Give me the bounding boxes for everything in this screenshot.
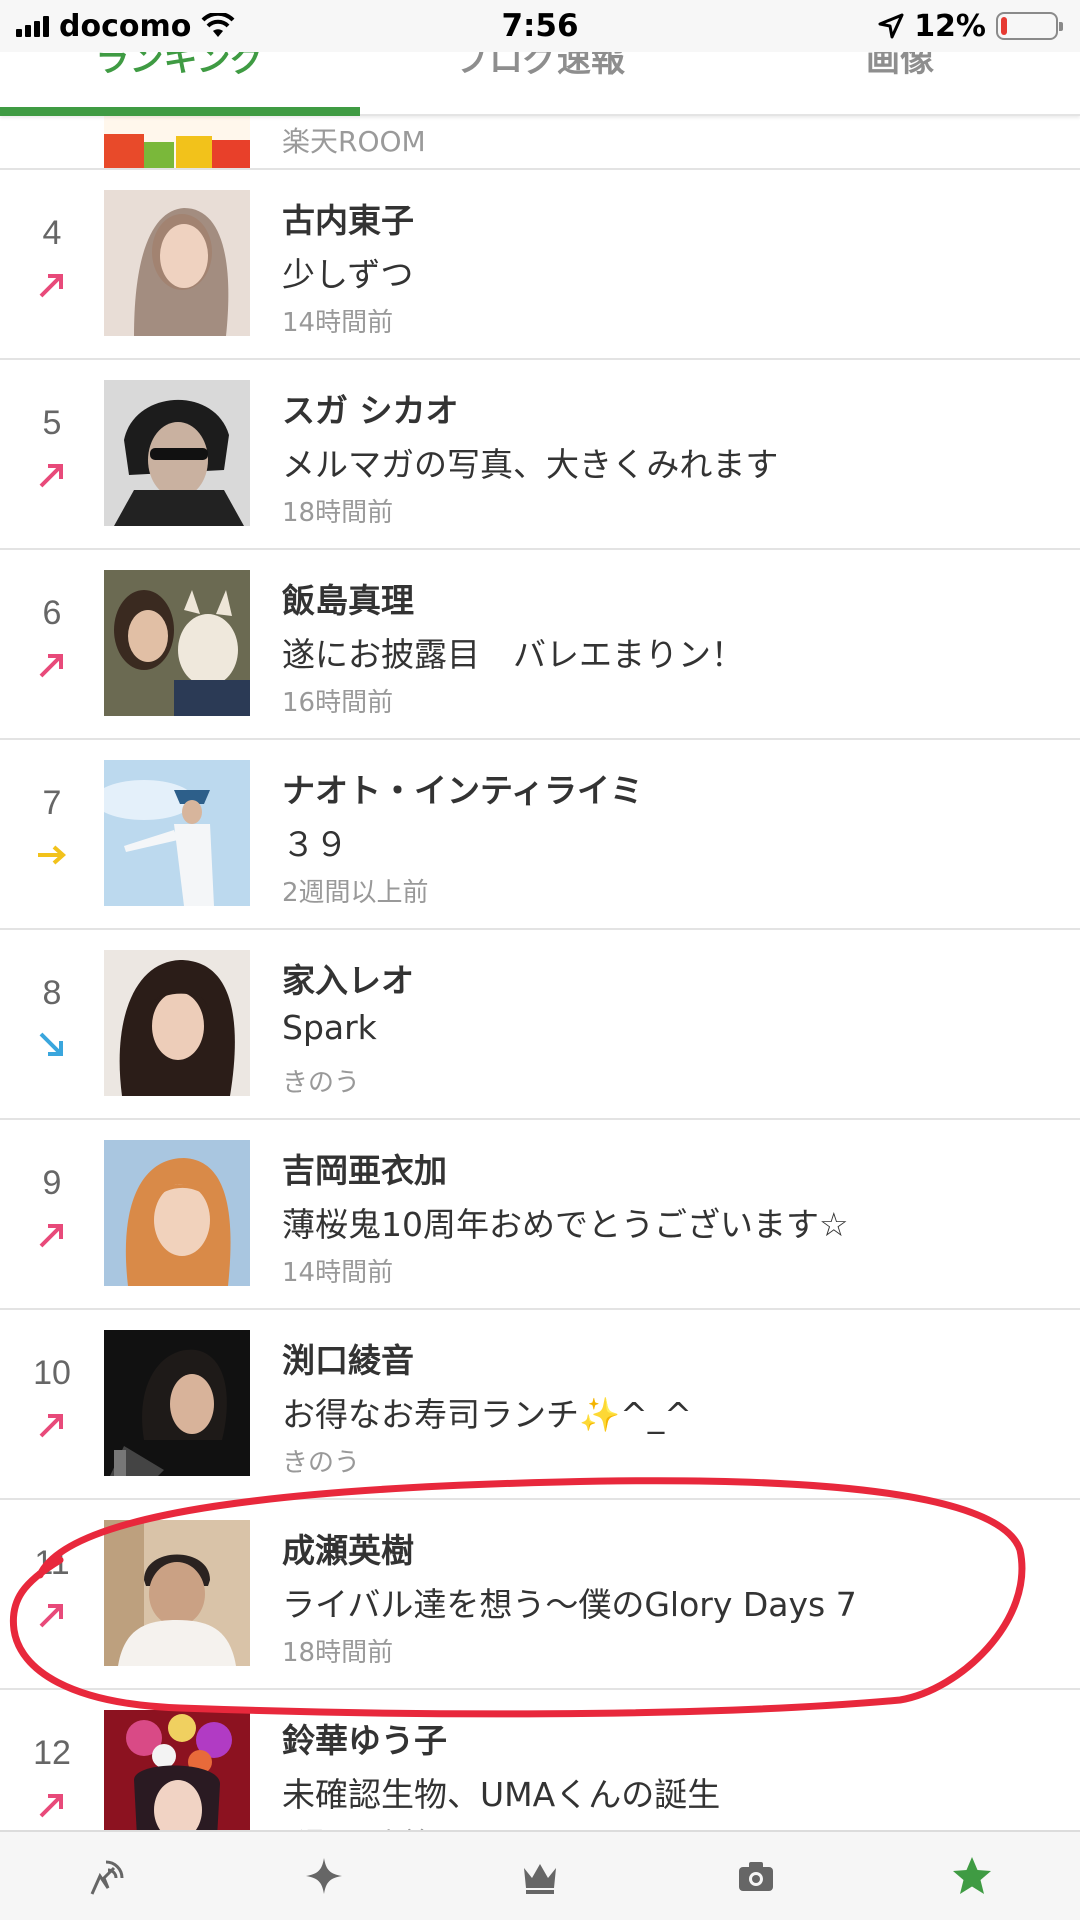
- wifi-icon: [201, 13, 235, 37]
- entry-time: 16時間前: [282, 688, 394, 718]
- entry-title: ライバル達を想う〜僕のGlory Days 7: [282, 1585, 857, 1624]
- sparkle-icon: [306, 1858, 342, 1894]
- blogger-name: 楽天ROOM: [282, 125, 426, 158]
- nav-ranking[interactable]: [480, 1841, 600, 1911]
- entry-time: 14時間前: [282, 308, 394, 338]
- blogger-name: 鈴華ゆう子: [282, 1721, 447, 1760]
- battery-level: [1001, 17, 1007, 35]
- entry-title: 少しずつ: [282, 255, 414, 294]
- entry-time: きのう: [282, 1068, 361, 1098]
- nav-feed[interactable]: [48, 1841, 168, 1911]
- trend-up-icon: [39, 1604, 63, 1628]
- entry-title: Spark: [282, 1008, 377, 1047]
- star-icon: [953, 1857, 991, 1894]
- list-item-highlighted[interactable]: 11 成瀬英樹 ライバル達を想う〜僕のGlory Days 7 18時間前: [0, 1500, 1080, 1690]
- thumbnail: [104, 1520, 250, 1666]
- list-item-partial[interactable]: 楽天ROOM: [0, 116, 1080, 170]
- rank-number: 12: [33, 1734, 71, 1772]
- blogger-name: ナオト・インティライミ: [282, 771, 644, 810]
- blogger-name: 吉岡亜衣加: [282, 1151, 447, 1190]
- blogger-name: 飯島真理: [282, 581, 414, 620]
- blogger-name: 古内東子: [282, 201, 414, 240]
- rank-number: 7: [42, 784, 62, 822]
- trend-up-icon: [39, 1414, 63, 1438]
- signal-icon: [16, 15, 49, 37]
- blogger-name: 家入レオ: [282, 961, 414, 1000]
- tab-header: ランキング ブログ速報 画像: [0, 40, 1080, 116]
- feed-icon: [90, 1860, 124, 1895]
- trend-up-icon: [39, 1224, 63, 1248]
- bottom-nav: [0, 1830, 1080, 1920]
- location-arrow-icon: [878, 13, 904, 39]
- thumbnail: [104, 950, 250, 1096]
- thumbnail: [104, 760, 250, 906]
- nav-favorites[interactable]: [912, 1841, 1032, 1911]
- entry-title: ３９: [282, 825, 348, 864]
- camera-icon: [739, 1862, 773, 1891]
- blogger-name: 成瀬英樹: [282, 1531, 414, 1570]
- nav-photos[interactable]: [696, 1841, 816, 1911]
- thumbnail: [104, 570, 250, 716]
- rank-number: 10: [33, 1354, 71, 1392]
- list-item[interactable]: 9 吉岡亜衣加 薄桜鬼10周年おめでとうございます☆ 14時間前: [0, 1120, 1080, 1310]
- rank-number: 5: [42, 404, 62, 442]
- crown-icon: [524, 1864, 556, 1894]
- blogger-name: スガ シカオ: [282, 391, 459, 430]
- trend-down-icon: [39, 1032, 63, 1056]
- battery-percent: 12%: [914, 8, 986, 44]
- trend-up-icon: [39, 274, 63, 298]
- thumbnail: [104, 1140, 250, 1286]
- list-item[interactable]: 7 ナオト・インティライミ ３９ 2週間以上前: [0, 740, 1080, 930]
- list-item[interactable]: 6 飯島真理 遂にお披露目 バレエまりン！ 16時間前: [0, 550, 1080, 740]
- thumbnail: [104, 116, 250, 168]
- list-item[interactable]: 10 渕口綾音 お得なお寿司ランチ✨^_^ きのう: [0, 1310, 1080, 1500]
- trend-flat-icon: [38, 845, 66, 865]
- entry-title: 薄桜鬼10周年おめでとうございます☆: [282, 1205, 849, 1244]
- entry-title: 未確認生物、UMAくんの誕生: [282, 1775, 721, 1814]
- carrier-label: docomo: [59, 8, 192, 44]
- list-item[interactable]: 5 スガ シカオ メルマガの写真、大きくみれます 18時間前: [0, 360, 1080, 550]
- rank-number: 4: [42, 214, 62, 252]
- entry-time: 14時間前: [282, 1258, 394, 1288]
- trend-up-icon: [39, 1794, 63, 1818]
- entry-time: きのう: [282, 1448, 361, 1478]
- trend-up-icon: [39, 464, 63, 488]
- entry-time: 18時間前: [282, 1638, 394, 1668]
- rank-number: 8: [42, 974, 62, 1012]
- entry-time: 18時間前: [282, 498, 394, 528]
- thumbnail: [104, 190, 250, 336]
- status-left: docomo: [16, 9, 235, 44]
- status-right: 12%: [878, 8, 1063, 44]
- rank-number: 9: [42, 1164, 62, 1202]
- status-bar: docomo 7:56 12%: [0, 0, 1080, 52]
- active-tab-indicator: [0, 107, 360, 116]
- thumbnail: [104, 1330, 250, 1476]
- entry-time: 2週間以上前: [282, 878, 429, 908]
- trend-up-icon: [39, 654, 63, 678]
- entry-title: お得なお寿司ランチ✨^_^: [282, 1395, 692, 1434]
- nav-new[interactable]: [264, 1841, 384, 1911]
- battery-icon: [996, 12, 1063, 40]
- entry-title: 遂にお披露目 バレエまりン！: [282, 635, 744, 674]
- thumbnail: [104, 380, 250, 526]
- list-item[interactable]: 8 家入レオ Spark きのう: [0, 930, 1080, 1120]
- list-item[interactable]: 4 古内東子 少しずつ 14時間前: [0, 170, 1080, 360]
- blogger-name: 渕口綾音: [282, 1341, 414, 1380]
- rank-number: 6: [42, 594, 62, 632]
- rank-number: 11: [34, 1544, 70, 1582]
- entry-title: メルマガの写真、大きくみれます: [282, 445, 779, 484]
- ranking-list: 楽天ROOM 4 古内東子 少しずつ 14時間前 5 スガ シカオ メルマガの写…: [0, 116, 1080, 1880]
